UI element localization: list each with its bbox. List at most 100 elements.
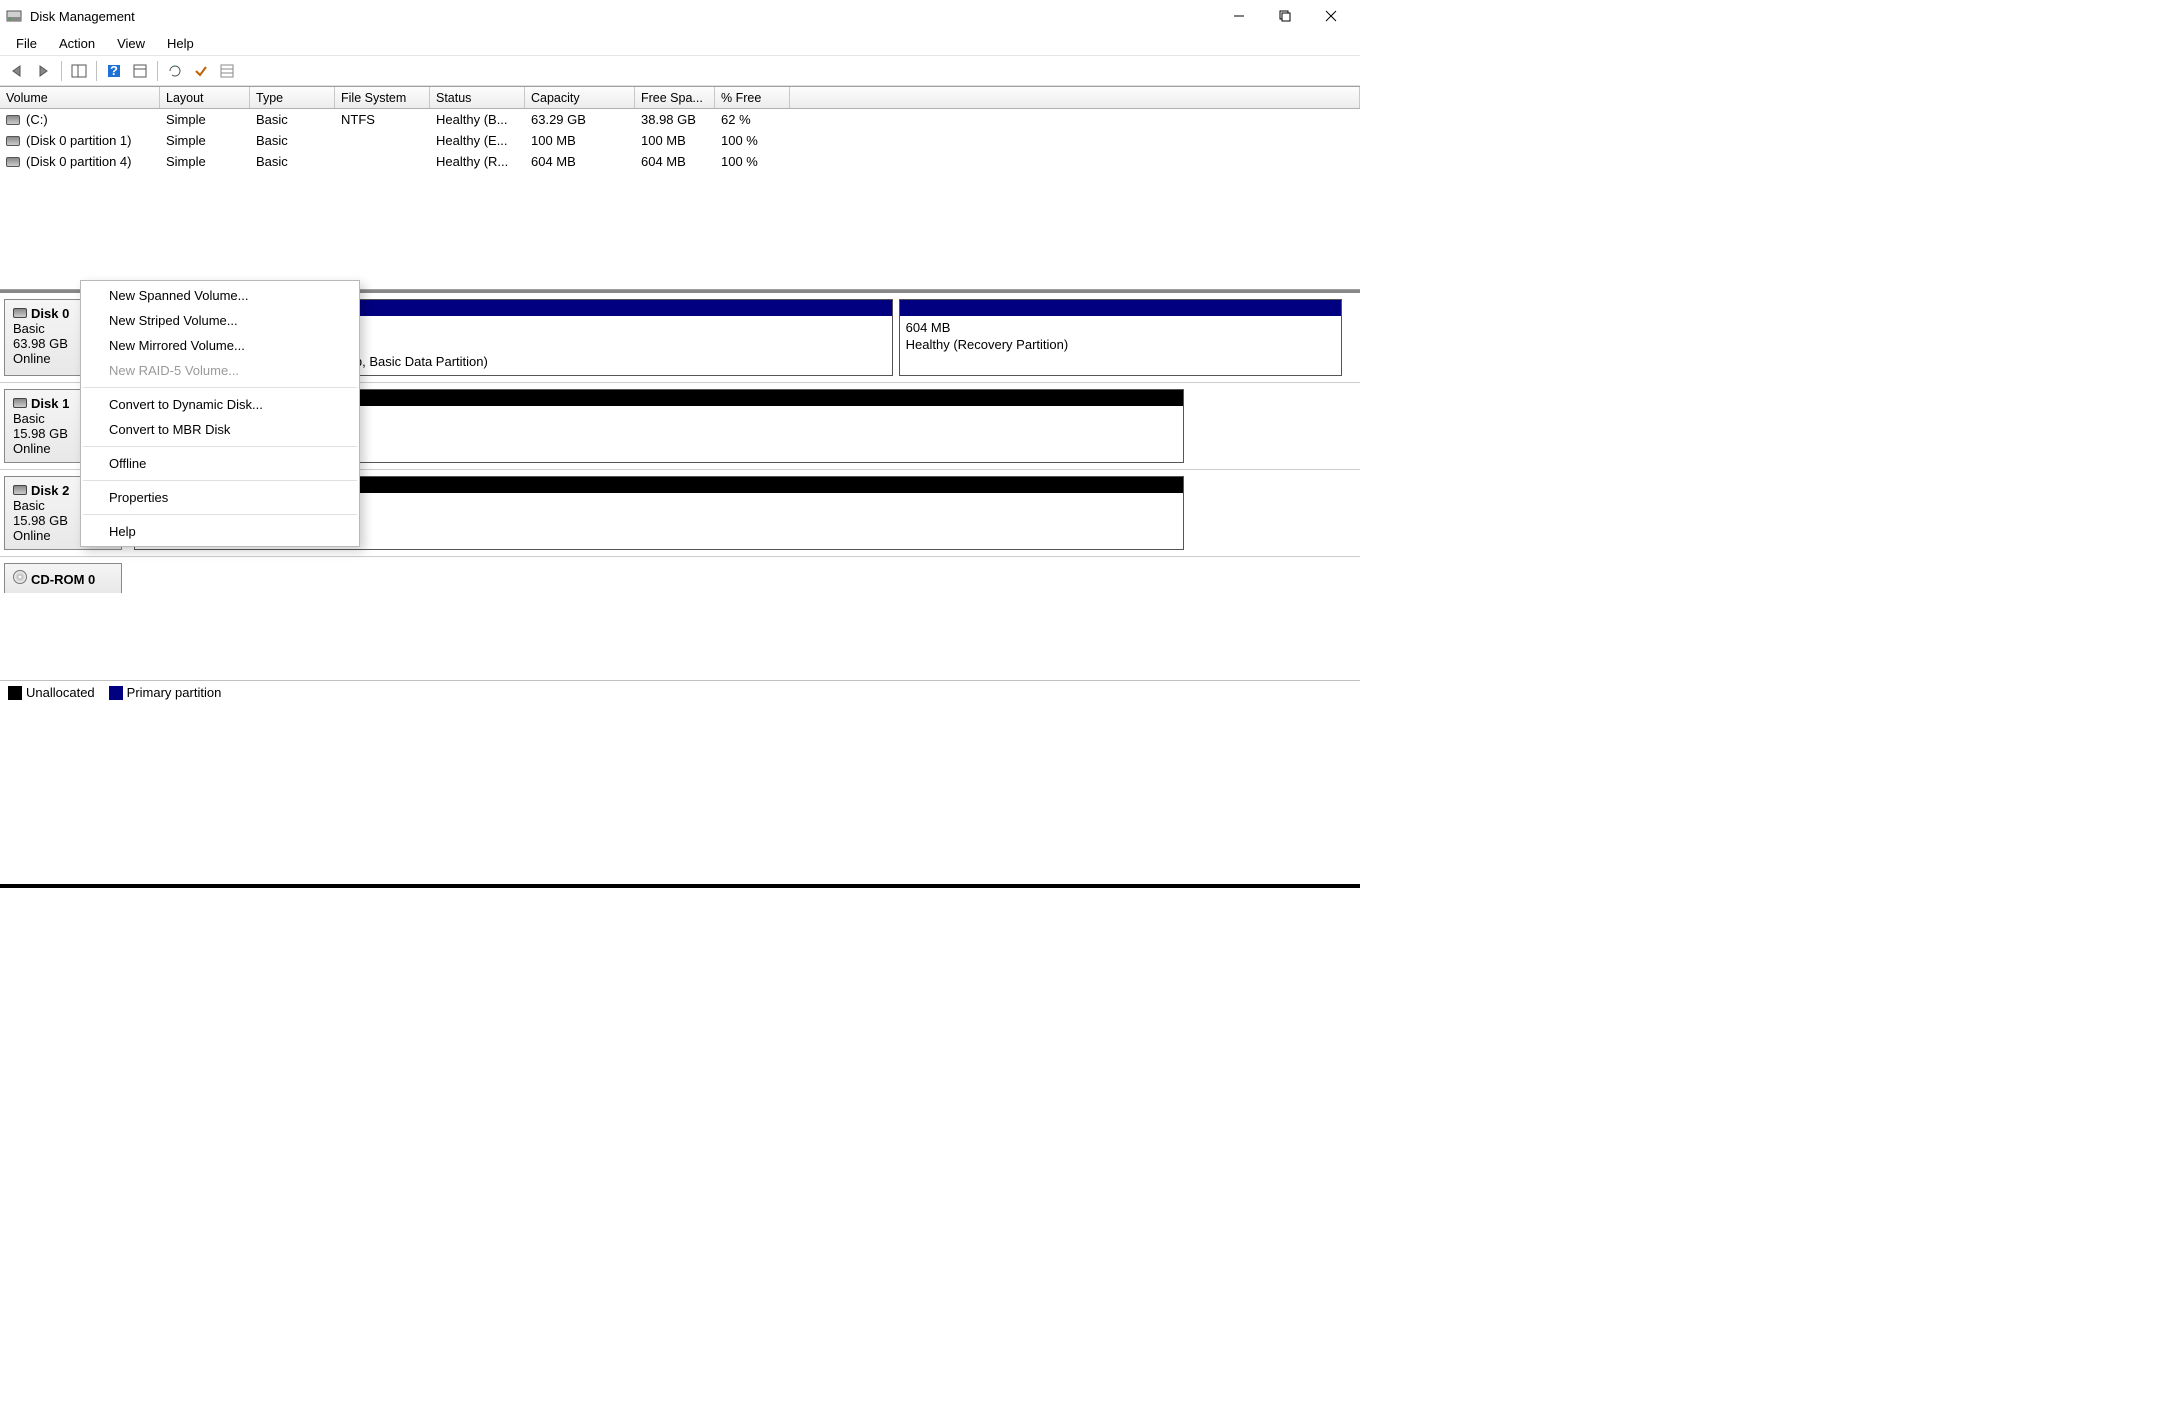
forward-button[interactable] <box>32 59 56 83</box>
maximize-button[interactable] <box>1262 0 1308 32</box>
disk-label[interactable]: CD-ROM 0 <box>4 563 122 593</box>
volume-type: Basic <box>250 132 335 149</box>
menu-help[interactable]: Help <box>157 34 204 53</box>
drive-icon <box>6 157 20 167</box>
column-layout[interactable]: Layout <box>160 87 250 108</box>
help-icon[interactable]: ? <box>102 59 126 83</box>
show-hide-console-icon[interactable] <box>67 59 91 83</box>
column-volume[interactable]: Volume <box>0 87 160 108</box>
properties-icon[interactable] <box>128 59 152 83</box>
partition-header-primary <box>900 300 1341 316</box>
volume-name: (Disk 0 partition 4) <box>26 154 131 169</box>
menu-separator <box>83 514 357 515</box>
column-capacity[interactable]: Capacity <box>525 87 635 108</box>
close-button[interactable] <box>1308 0 1354 32</box>
volume-type: Basic <box>250 111 335 128</box>
swatch-unallocated-icon <box>8 686 22 700</box>
disk-name: Disk 0 <box>31 306 69 321</box>
minimize-button[interactable] <box>1216 0 1262 32</box>
menu-view[interactable]: View <box>107 34 155 53</box>
volume-layout: Simple <box>160 153 250 170</box>
check-icon[interactable] <box>189 59 213 83</box>
disk-icon <box>13 308 27 318</box>
volume-free: 100 MB <box>635 132 715 149</box>
app-icon <box>6 8 22 24</box>
volume-layout: Simple <box>160 132 250 149</box>
volume-fs: NTFS <box>335 111 430 128</box>
volume-name: (C:) <box>26 112 48 127</box>
legend-unallocated: Unallocated <box>8 685 95 701</box>
window-border-bottom <box>0 884 1360 888</box>
volume-free: 604 MB <box>635 153 715 170</box>
volume-pct: 100 % <box>715 153 790 170</box>
window-title: Disk Management <box>30 9 1216 24</box>
context-menu: New Spanned Volume... New Striped Volume… <box>80 280 360 547</box>
disk-icon <box>13 485 27 495</box>
refresh-icon[interactable] <box>163 59 187 83</box>
menu-separator <box>83 446 357 447</box>
disk-name: Disk 2 <box>31 483 69 498</box>
svg-text:?: ? <box>110 63 118 78</box>
toolbar-separator <box>157 61 158 81</box>
volume-body: (C:) Simple Basic NTFS Healthy (B... 63.… <box>0 109 1360 289</box>
volume-fs <box>335 140 430 142</box>
menu-convert-mbr[interactable]: Convert to MBR Disk <box>81 417 359 442</box>
toolbar: ? <box>0 56 1360 86</box>
volume-row[interactable]: (Disk 0 partition 4) Simple Basic Health… <box>0 151 1360 172</box>
volume-free: 38.98 GB <box>635 111 715 128</box>
volume-list: Volume Layout Type File System Status Ca… <box>0 86 1360 290</box>
partition-line: 604 MB <box>906 320 1335 337</box>
back-button[interactable] <box>6 59 30 83</box>
column-filler <box>790 87 1360 108</box>
volume-capacity: 63.29 GB <box>525 111 635 128</box>
menu-separator <box>83 480 357 481</box>
cdrom-icon <box>13 570 27 584</box>
volume-fs <box>335 161 430 163</box>
disk-name: CD-ROM 0 <box>31 572 95 587</box>
menu-properties[interactable]: Properties <box>81 485 359 510</box>
volume-capacity: 604 MB <box>525 153 635 170</box>
legend: Unallocated Primary partition <box>0 680 1360 704</box>
volume-status: Healthy (E... <box>430 132 525 149</box>
toolbar-separator <box>96 61 97 81</box>
menu-new-raid5-volume: New RAID-5 Volume... <box>81 358 359 383</box>
swatch-primary-icon <box>109 686 123 700</box>
column-pctfree[interactable]: % Free <box>715 87 790 108</box>
volume-name: (Disk 0 partition 1) <box>26 133 131 148</box>
titlebar: Disk Management <box>0 0 1360 32</box>
window-controls <box>1216 0 1354 32</box>
column-freespace[interactable]: Free Spa... <box>635 87 715 108</box>
menu-file[interactable]: File <box>6 34 47 53</box>
list-icon[interactable] <box>215 59 239 83</box>
volume-row[interactable]: (Disk 0 partition 1) Simple Basic Health… <box>0 130 1360 151</box>
legend-primary: Primary partition <box>109 685 222 701</box>
partition-status: Healthy (Recovery Partition) <box>906 337 1335 354</box>
volume-pct: 100 % <box>715 132 790 149</box>
menubar: File Action View Help <box>0 32 1360 56</box>
partition[interactable]: 604 MB Healthy (Recovery Partition) <box>899 299 1342 376</box>
menu-separator <box>83 387 357 388</box>
menu-offline[interactable]: Offline <box>81 451 359 476</box>
menu-help[interactable]: Help <box>81 519 359 544</box>
disk-name: Disk 1 <box>31 396 69 411</box>
column-status[interactable]: Status <box>430 87 525 108</box>
volume-pct: 62 % <box>715 111 790 128</box>
volume-status: Healthy (B... <box>430 111 525 128</box>
drive-icon <box>6 115 20 125</box>
disk-icon <box>13 398 27 408</box>
volume-header-row: Volume Layout Type File System Status Ca… <box>0 87 1360 109</box>
disk-row: CD-ROM 0 <box>0 557 1360 599</box>
menu-action[interactable]: Action <box>49 34 105 53</box>
drive-icon <box>6 136 20 146</box>
volume-status: Healthy (R... <box>430 153 525 170</box>
menu-new-spanned-volume[interactable]: New Spanned Volume... <box>81 283 359 308</box>
column-filesystem[interactable]: File System <box>335 87 430 108</box>
volume-row[interactable]: (C:) Simple Basic NTFS Healthy (B... 63.… <box>0 109 1360 130</box>
menu-new-mirrored-volume[interactable]: New Mirrored Volume... <box>81 333 359 358</box>
volume-type: Basic <box>250 153 335 170</box>
volume-layout: Simple <box>160 111 250 128</box>
column-type[interactable]: Type <box>250 87 335 108</box>
volume-capacity: 100 MB <box>525 132 635 149</box>
menu-convert-dynamic[interactable]: Convert to Dynamic Disk... <box>81 392 359 417</box>
menu-new-striped-volume[interactable]: New Striped Volume... <box>81 308 359 333</box>
